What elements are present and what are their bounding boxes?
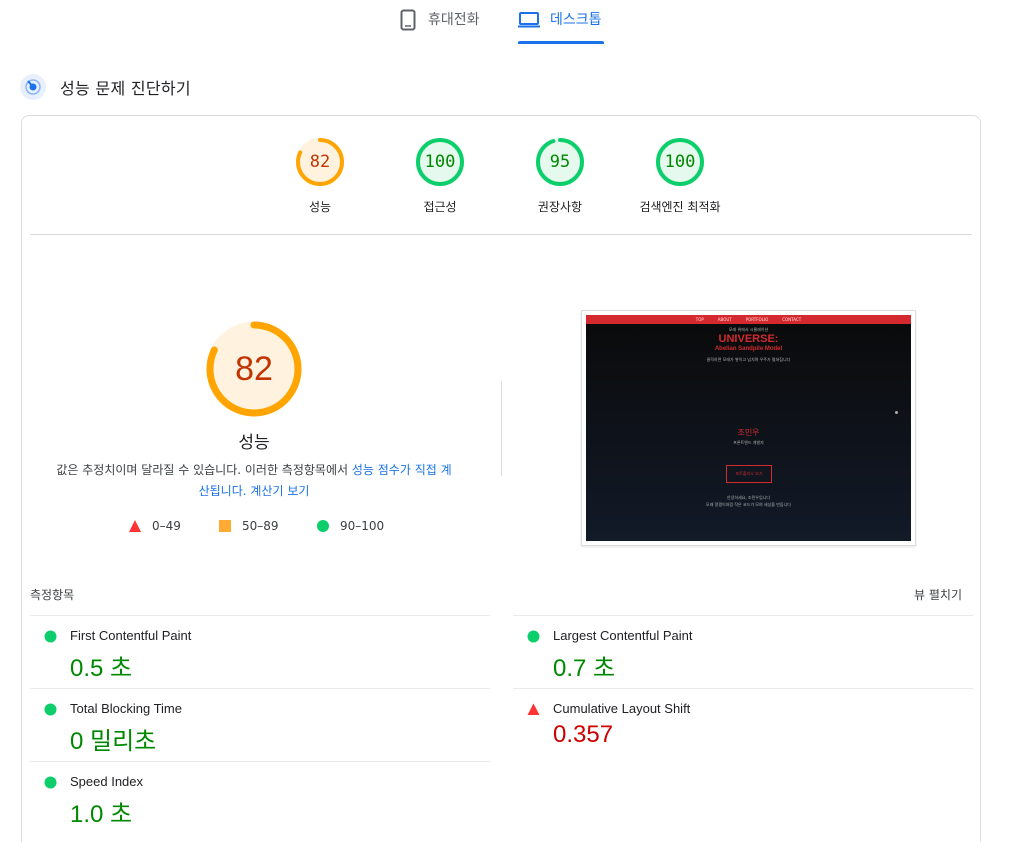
calculator-link[interactable]: 계산기 보기 [250, 484, 309, 498]
square-icon [219, 520, 231, 532]
tab-mobile-label: 휴대전화 [428, 12, 480, 28]
screenshot-nav-item: CONTACT [782, 317, 802, 322]
screenshot-nav: TOP ABOUT PORTFOLIO CONTACT [586, 315, 911, 324]
metric-fcp: First Contentful Paint 0.5 초 [30, 615, 490, 689]
metric-value: 0.7 초 [553, 655, 616, 682]
gauge-score: 100 [424, 152, 456, 172]
metric-value: 0.357 [553, 721, 614, 748]
gauge-best-practices[interactable]: 95 권장사항 [510, 136, 610, 215]
screenshot-footer: 모래 알갱이처럼 작은 코드가 모여 세상을 만듭니다 [706, 502, 791, 507]
divider [30, 234, 972, 235]
screenshot-name: 조민우 [737, 428, 760, 437]
legend-range: 0–49 [152, 519, 181, 533]
screenshot-footer: 안녕하세요, 조민우입니다 [726, 495, 771, 500]
gauge-score: 95 [549, 152, 571, 172]
metric-name: First Contentful Paint [70, 628, 192, 643]
screenshot-button: 포트폴리오 보기 [726, 465, 772, 483]
metric-si: Speed Index 1.0 초 [30, 761, 490, 835]
metrics-title: 측정항목 [30, 588, 75, 602]
pass-circle-icon [527, 630, 540, 643]
report-card: 82 성능 100 접근성 95 권장사항 100 검색엔진 최적화 82 성능… [21, 115, 981, 842]
legend-fail: 0–49 [128, 519, 181, 533]
metric-value: 0.5 초 [70, 655, 133, 682]
screenshot-nav-item: PORTFOLIO [745, 317, 769, 322]
gauge-performance[interactable]: 82 성능 [270, 136, 370, 215]
metric-name: Largest Contentful Paint [553, 628, 693, 643]
expand-view-toggle[interactable]: 뷰 펼치기 [914, 586, 962, 603]
performance-label: 성능 [238, 433, 270, 453]
pagespeed-icon [20, 74, 46, 100]
circle-icon [317, 520, 329, 532]
metric-lcp: Largest Contentful Paint 0.7 초 [513, 615, 973, 689]
laptop-icon [518, 6, 540, 34]
note-text: 값은 추정치이며 달라질 수 있습니다. 이러한 측정항목에서 [56, 463, 352, 477]
performance-score: 82 [235, 350, 273, 388]
screenshot-subtitle: Abelian Sandpile Model [714, 346, 783, 352]
gauge-seo[interactable]: 100 검색엔진 최적화 [630, 136, 730, 215]
screenshot-hero: UNIVERSE: [718, 333, 779, 345]
metric-value: 1.0 초 [70, 801, 133, 828]
diagnose-title: 성능 문제 진단하기 [60, 79, 191, 98]
gauge-label: 성능 [308, 200, 332, 214]
gauge-accessibility[interactable]: 100 접근성 [390, 136, 490, 215]
diagnose-header: 성능 문제 진단하기 [20, 72, 191, 102]
fail-triangle-icon [527, 703, 540, 715]
category-gauges: 82 성능 100 접근성 95 권장사항 100 검색엔진 최적화 [22, 136, 980, 216]
pass-circle-icon [44, 776, 57, 789]
screenshot-desc: 클릭하면 모래가 쌓이고 넘치며 우주가 펼쳐집니다 [706, 357, 791, 362]
phone-icon [398, 6, 418, 34]
divider [501, 381, 502, 476]
gauge-score: 100 [664, 152, 696, 172]
gauge-label: 검색엔진 최적화 [639, 200, 721, 214]
triangle-icon [129, 520, 141, 532]
gauge-label: 권장사항 [537, 200, 583, 214]
device-tabs: 휴대전화 데스크톱 [0, 0, 1012, 46]
screenshot-content: TOP ABOUT PORTFOLIO CONTACT 모래 위에서 시뮬레이션… [586, 315, 911, 541]
pass-circle-icon [44, 630, 57, 643]
pass-circle-icon [44, 703, 57, 716]
page-screenshot[interactable]: TOP ABOUT PORTFOLIO CONTACT 모래 위에서 시뮬레이션… [581, 310, 916, 546]
metric-value: 0 밀리초 [70, 728, 157, 755]
legend-range: 90–100 [340, 519, 385, 533]
active-tab-indicator [518, 41, 604, 44]
tab-mobile[interactable]: 휴대전화 [398, 6, 480, 46]
screenshot-nav-item: TOP [695, 317, 704, 322]
gauge-score: 82 [309, 152, 331, 172]
screenshot-role: 프론트엔드 개발자 [733, 440, 764, 445]
screenshot-dot [895, 411, 898, 414]
metric-name: Cumulative Layout Shift [553, 701, 691, 716]
performance-note: 값은 추정치이며 달라질 수 있습니다. 이러한 측정항목에서 성능 점수가 직… [52, 460, 456, 502]
tab-desktop[interactable]: 데스크톱 [518, 6, 602, 46]
metric-name: Total Blocking Time [70, 701, 182, 716]
legend-range: 50–89 [242, 519, 279, 533]
metric-tbt: Total Blocking Time 0 밀리초 [30, 688, 490, 762]
legend-average: 50–89 [218, 519, 279, 533]
metric-name: Speed Index [70, 774, 144, 789]
screenshot-nav-item: ABOUT [717, 317, 732, 322]
legend-pass: 90–100 [316, 519, 384, 533]
tab-desktop-label: 데스크톱 [550, 12, 602, 28]
metric-cls: Cumulative Layout Shift 0.357 [513, 688, 973, 762]
gauge-label: 접근성 [423, 200, 457, 214]
